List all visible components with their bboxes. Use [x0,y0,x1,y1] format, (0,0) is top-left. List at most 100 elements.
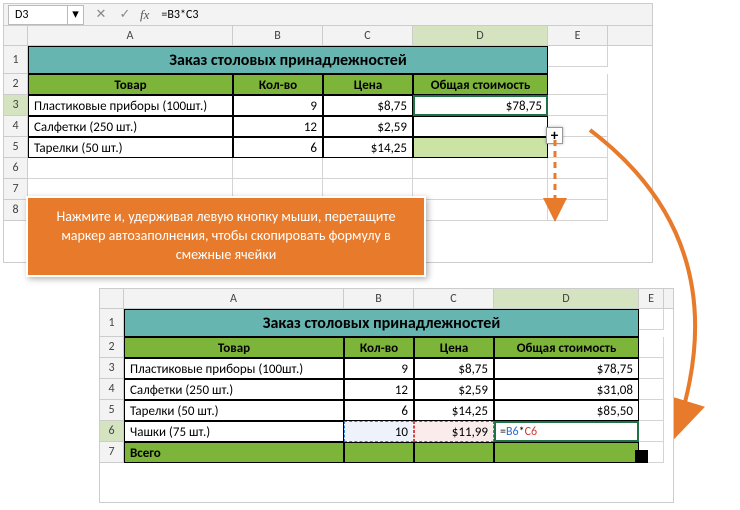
formula-bar[interactable]: =B3*C3 [155,8,198,22]
fill-handle-cursor[interactable]: + [546,127,563,144]
cell-d6[interactable] [413,158,548,179]
confirm-formula-button[interactable]: ✓ [116,7,134,22]
table-title-2[interactable]: Заказ столовых принадлежностей [124,309,639,337]
cell-c4b[interactable]: $2,59 [414,379,494,400]
cell-c7b[interactable] [414,442,494,463]
cell-b4b[interactable]: 12 [344,379,414,400]
cell-e4b[interactable] [639,379,664,400]
cell-b3[interactable]: 9 [233,95,323,116]
cell-d5b[interactable]: $85,50 [494,400,639,421]
cell-b6b[interactable]: 10 [344,421,414,442]
row-header-5[interactable]: 5 [4,137,28,158]
cell-d8[interactable] [413,200,548,221]
cell-a5b[interactable]: Тарелки (50 шт.) [124,400,344,421]
header-qty[interactable]: Кол-во [233,74,323,95]
row-header-4[interactable]: 4 [4,116,28,137]
cell-b4[interactable]: 12 [233,116,323,137]
cell-a4[interactable]: Салфетки (250 шт.) [28,116,233,137]
formula-ref-c6: C6 [525,425,537,439]
cell-d5[interactable] [413,137,548,158]
select-all-corner-2[interactable] [100,289,124,308]
cell-a3b[interactable]: Пластиковые приборы (100шт.) [124,358,344,379]
cell-c5b[interactable]: $14,25 [414,400,494,421]
cell-d4[interactable] [413,116,548,137]
cell-c3[interactable]: $8,75 [323,95,413,116]
cell-b5b[interactable]: 6 [344,400,414,421]
col-header-e[interactable]: E [548,26,608,45]
cell-c6[interactable] [323,158,413,179]
fx-label[interactable]: fx [140,7,149,23]
header-qty-2[interactable]: Кол-во [344,337,414,358]
row-header-3b[interactable]: 3 [100,358,124,379]
col-header-c-2[interactable]: C [414,289,494,308]
cell-e6[interactable] [548,158,608,179]
cell-c6b[interactable]: $11,99 [414,421,494,442]
col-header-b-2[interactable]: B [344,289,414,308]
header-price-2[interactable]: Цена [414,337,494,358]
cell-e7[interactable] [548,179,608,200]
cell-e3[interactable] [548,95,608,116]
formula-bar-row: D3 ▾ ✕ ✓ fx =B3*C3 [4,4,652,26]
cell-b6[interactable] [233,158,323,179]
col-header-d[interactable]: D [413,26,548,45]
name-box[interactable]: D3 [8,5,68,25]
column-headers: A B C D E [4,26,652,46]
cancel-formula-button[interactable]: ✕ [92,7,110,22]
cell-e6b[interactable] [639,421,664,442]
table-title[interactable]: Заказ столовых принадлежностей [28,46,548,74]
row-header-2[interactable]: 2 [4,74,28,95]
cell-e3b[interactable] [639,358,664,379]
cell-e2[interactable] [548,74,608,95]
row-header-3[interactable]: 3 [4,95,28,116]
cell-e1[interactable] [548,46,608,67]
cell-a3[interactable]: Пластиковые приборы (100шт.) [28,95,233,116]
select-all-corner[interactable] [4,26,28,45]
cell-c5[interactable]: $14,25 [323,137,413,158]
plus-icon: + [551,127,558,145]
cell-a5[interactable]: Тарелки (50 шт.) [28,137,233,158]
cell-d3-selected[interactable]: $78,75 [413,95,548,116]
col-header-c[interactable]: C [323,26,413,45]
cell-d7b[interactable] [494,442,639,463]
formula-ref-b6: B6 [506,425,519,439]
row-header-2b[interactable]: 2 [100,337,124,358]
cell-d7[interactable] [413,179,548,200]
row-header-5b[interactable]: 5 [100,400,124,421]
col-header-d-2[interactable]: D [494,289,639,308]
row-header-6b[interactable]: 6 [100,421,124,442]
cell-a6[interactable] [28,158,233,179]
row-header-7b[interactable]: 7 [100,442,124,463]
name-box-dropdown[interactable]: ▾ [68,5,84,25]
header-price[interactable]: Цена [323,74,413,95]
cell-b5[interactable]: 6 [233,137,323,158]
cell-a4b[interactable]: Салфетки (250 шт.) [124,379,344,400]
cell-d4b[interactable]: $31,08 [494,379,639,400]
cell-e5b[interactable] [639,400,664,421]
fill-handle-marker[interactable]: + [635,450,648,463]
footer-total-label[interactable]: Всего [124,442,344,463]
row-header-8[interactable]: 8 [4,200,28,221]
cell-c3b[interactable]: $8,75 [414,358,494,379]
cell-b3b[interactable]: 9 [344,358,414,379]
cell-e8[interactable] [548,200,608,221]
cell-a6b[interactable]: Чашки (75 шт.) [124,421,344,442]
header-item-2[interactable]: Товар [124,337,344,358]
col-header-a[interactable]: A [28,26,233,45]
row-header-1[interactable]: 1 [4,46,28,74]
cell-e1b[interactable] [639,309,664,330]
cell-d6b-formula[interactable]: =B6*C6 [494,421,639,442]
cell-b7b[interactable] [344,442,414,463]
header-item[interactable]: Товар [28,74,233,95]
col-header-e-2[interactable]: E [639,289,664,308]
cell-e2b[interactable] [639,337,664,358]
col-header-b[interactable]: B [233,26,323,45]
cell-d3b[interactable]: $78,75 [494,358,639,379]
row-header-4b[interactable]: 4 [100,379,124,400]
header-total[interactable]: Общая стоимость [413,74,548,95]
cell-c4[interactable]: $2,59 [323,116,413,137]
row-header-6[interactable]: 6 [4,158,28,179]
row-header-7[interactable]: 7 [4,179,28,200]
row-header-1b[interactable]: 1 [100,309,124,337]
col-header-a-2[interactable]: A [124,289,344,308]
header-total-2[interactable]: Общая стоимость [494,337,639,358]
